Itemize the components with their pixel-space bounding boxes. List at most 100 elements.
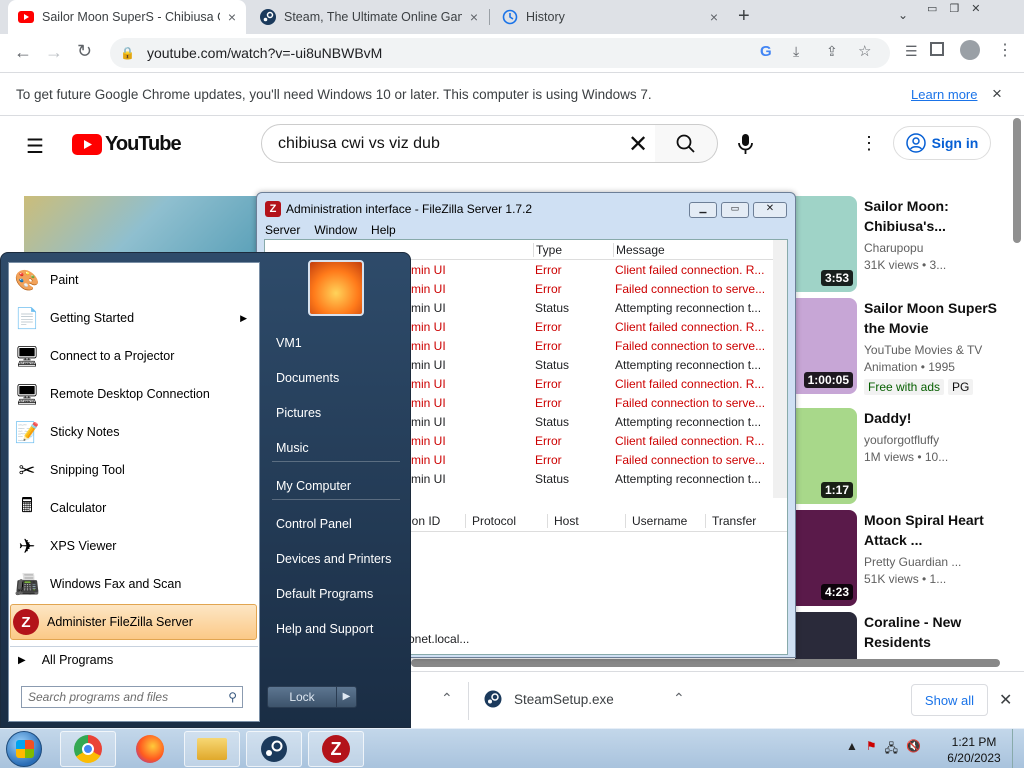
video-thumbnail[interactable]: 4:23 bbox=[795, 510, 857, 606]
tab-close-icon[interactable]: × bbox=[470, 9, 478, 25]
col-host[interactable]: Host bbox=[547, 514, 579, 528]
start-item-xps-viewer[interactable]: ✈ XPS Viewer bbox=[10, 528, 257, 564]
horizontal-scrollbar[interactable] bbox=[411, 659, 1000, 667]
col-protocol[interactable]: Protocol bbox=[465, 514, 516, 528]
col-username[interactable]: Username bbox=[625, 514, 687, 528]
taskbar-filezilla[interactable]: Z bbox=[308, 731, 364, 767]
chrome-menu-icon[interactable]: ⋮ bbox=[997, 40, 1013, 60]
taskbar-explorer[interactable] bbox=[184, 731, 240, 767]
recommended-video[interactable]: Coraline - New Residents bbox=[795, 612, 1005, 662]
tab-youtube[interactable]: Sailor Moon SuperS - Chibiusa G × bbox=[8, 0, 246, 34]
youtube-logo[interactable]: YouTube bbox=[72, 133, 182, 156]
volume-muted-icon[interactable]: 🔇 bbox=[906, 739, 921, 760]
channel-name[interactable]: Charupopu bbox=[864, 240, 1004, 256]
menu-window[interactable]: Window bbox=[314, 223, 357, 237]
tab-steam[interactable]: Steam, The Ultimate Online Game × bbox=[250, 0, 488, 34]
google-lens-icon[interactable]: G bbox=[760, 43, 772, 60]
start-item-administer-filezilla-server[interactable]: Z Administer FileZilla Server bbox=[10, 604, 257, 640]
channel-name[interactable]: Pretty Guardian ... bbox=[864, 554, 1004, 570]
chevron-up-icon[interactable]: ⌃ bbox=[441, 690, 453, 707]
start-right-devices-and-printers[interactable]: Devices and Printers bbox=[270, 544, 400, 574]
voice-search-button[interactable] bbox=[736, 133, 756, 158]
reading-list-icon[interactable]: ☰ bbox=[905, 43, 918, 60]
share-icon[interactable]: ⇪ bbox=[826, 43, 838, 60]
tab-history[interactable]: History × bbox=[492, 0, 728, 34]
install-icon[interactable]: ⤓ bbox=[793, 43, 799, 60]
start-item-windows-fax-and-scan[interactable]: 📠 Windows Fax and Scan bbox=[10, 566, 257, 602]
recommended-video[interactable]: 1:00:05 Sailor Moon SuperS the Movie You… bbox=[795, 298, 1005, 395]
page-scrollbar[interactable] bbox=[1013, 118, 1021, 243]
start-item-calculator[interactable]: 🖩 Calculator bbox=[10, 490, 257, 526]
video-player[interactable] bbox=[24, 196, 260, 256]
maximize-icon[interactable]: ▭ bbox=[721, 202, 749, 218]
address-bar[interactable]: 🔒 youtube.com/watch?v=-ui8uNBWBvM G ⤓ ⇪ … bbox=[110, 38, 890, 68]
col-transfer[interactable]: Transfer bbox=[705, 514, 756, 528]
lock-icon[interactable]: 🔒 bbox=[120, 46, 135, 60]
sign-in-button[interactable]: Sign in bbox=[893, 126, 991, 160]
new-tab-button[interactable]: + bbox=[738, 5, 750, 28]
network-icon[interactable]: 🖧 bbox=[885, 739, 898, 760]
tab-search-icon[interactable]: ⌄ bbox=[898, 8, 908, 22]
start-button[interactable] bbox=[6, 731, 42, 767]
start-item-sticky-notes[interactable]: 📝 Sticky Notes bbox=[10, 414, 257, 450]
channel-name[interactable]: youforgotfluffy bbox=[864, 432, 1004, 448]
tab-close-icon[interactable]: × bbox=[710, 9, 718, 25]
side-panel-icon[interactable] bbox=[930, 42, 944, 56]
start-item-connect-to-a-projector[interactable]: 🖥 Connect to a Projector bbox=[10, 338, 257, 374]
video-thumbnail[interactable] bbox=[795, 612, 857, 662]
recommended-video[interactable]: 4:23 Moon Spiral Heart Attack ... Pretty… bbox=[795, 510, 1005, 606]
start-right-default-programs[interactable]: Default Programs bbox=[270, 579, 400, 609]
close-window-icon[interactable]: ✕ bbox=[971, 2, 980, 16]
minimize-icon[interactable]: ▁ bbox=[689, 202, 717, 218]
start-right-help-and-support[interactable]: Help and Support bbox=[270, 614, 400, 644]
all-programs-button[interactable]: ▶ All Programs bbox=[10, 642, 257, 678]
video-title[interactable]: Sailor Moon: Chibiusa's... bbox=[864, 196, 1004, 236]
video-thumbnail[interactable]: 1:00:05 bbox=[795, 298, 857, 394]
user-picture[interactable] bbox=[308, 260, 364, 316]
start-item-getting-started[interactable]: 📄 Getting Started ▶ bbox=[10, 300, 257, 336]
download-item[interactable]: SteamSetup.exe bbox=[484, 690, 614, 708]
recommended-video[interactable]: 1:17 Daddy! youforgotfluffy 1M views • 1… bbox=[795, 408, 1005, 504]
lock-button[interactable]: Lock ▶ bbox=[267, 686, 357, 708]
taskbar-firefox[interactable] bbox=[122, 731, 178, 767]
video-thumbnail[interactable]: 1:17 bbox=[795, 408, 857, 504]
infobar-close-icon[interactable]: × bbox=[992, 84, 1002, 104]
hamburger-menu-icon[interactable]: ☰ bbox=[26, 134, 44, 159]
video-title[interactable]: Coraline - New Residents bbox=[864, 612, 1004, 652]
start-item-paint[interactable]: 🎨 Paint bbox=[10, 262, 257, 298]
minimize-icon[interactable]: ▭ bbox=[927, 2, 937, 16]
col-type[interactable]: Type bbox=[533, 243, 562, 257]
video-title[interactable]: Daddy! bbox=[864, 408, 1004, 428]
action-center-icon[interactable]: ⚑ bbox=[866, 739, 877, 760]
close-icon[interactable]: ✕ bbox=[753, 202, 787, 218]
forward-icon[interactable]: → bbox=[45, 42, 63, 63]
menu-help[interactable]: Help bbox=[371, 223, 396, 237]
video-title[interactable]: Moon Spiral Heart Attack ... bbox=[864, 510, 1004, 550]
col-message[interactable]: Message bbox=[613, 243, 665, 257]
bookmark-star-icon[interactable]: ☆ bbox=[858, 42, 871, 60]
profile-avatar-icon[interactable] bbox=[960, 40, 980, 60]
taskbar-steam[interactable] bbox=[246, 731, 302, 767]
start-right-vm1[interactable]: VM1 bbox=[270, 328, 400, 358]
clear-search-icon[interactable]: ✕ bbox=[628, 130, 648, 159]
start-item-remote-desktop-connection[interactable]: 🖥 Remote Desktop Connection bbox=[10, 376, 257, 412]
start-search-input[interactable]: Search programs and files ⚲ bbox=[21, 686, 243, 708]
taskbar-chrome[interactable] bbox=[60, 731, 116, 767]
start-right-my-computer[interactable]: My Computer bbox=[270, 471, 400, 501]
lock-options-arrow-icon[interactable]: ▶ bbox=[336, 687, 356, 707]
close-downloads-icon[interactable]: ✕ bbox=[999, 690, 1012, 710]
show-all-button[interactable]: Show all bbox=[911, 684, 988, 716]
video-thumbnail[interactable]: 3:53 bbox=[795, 196, 857, 292]
start-right-documents[interactable]: Documents bbox=[270, 363, 400, 393]
recommended-video[interactable]: 3:53 Sailor Moon: Chibiusa's... Charupop… bbox=[795, 196, 1005, 292]
back-icon[interactable]: ← bbox=[14, 42, 32, 63]
show-desktop-button[interactable] bbox=[1012, 729, 1024, 768]
settings-dots-icon[interactable]: ⋮ bbox=[860, 133, 878, 154]
tab-close-icon[interactable]: × bbox=[228, 9, 236, 25]
reload-icon[interactable]: ↻ bbox=[77, 41, 92, 62]
clock[interactable]: 1:21 PM 6/20/2023 bbox=[944, 734, 1004, 766]
start-right-control-panel[interactable]: Control Panel bbox=[270, 509, 400, 539]
start-item-snipping-tool[interactable]: ✂ Snipping Tool bbox=[10, 452, 257, 488]
tray-overflow-icon[interactable]: ▲ bbox=[846, 739, 858, 760]
start-right-pictures[interactable]: Pictures bbox=[270, 398, 400, 428]
